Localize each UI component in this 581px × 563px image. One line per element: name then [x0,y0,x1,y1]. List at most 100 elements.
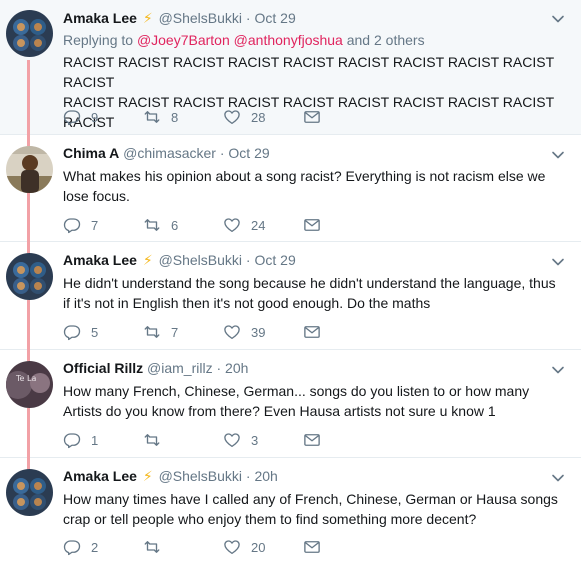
reply-button[interactable]: 5 [63,323,143,341]
tweet-actions: 2 20 [63,538,383,556]
envelope-icon [303,323,321,341]
reply-icon [63,108,81,126]
lightning-icon: ⚡ [142,10,153,26]
direct-message-button[interactable] [303,323,383,341]
chevron-down-icon[interactable] [551,363,565,377]
tweet-actions: 1 3 [63,431,383,449]
reply-button[interactable]: 9 [63,108,143,126]
thread-line [27,135,30,146]
retweet-button[interactable] [143,431,223,449]
user-handle[interactable]: @iam_rillz [147,360,213,376]
avatar[interactable] [6,253,53,300]
like-button[interactable]: 24 [223,216,303,234]
display-name[interactable]: Chima A [63,145,119,161]
tweet[interactable]: Amaka Lee ⚡ @ShelsBukki · Oct 29 Replyin… [0,0,581,135]
retweet-count: 8 [171,109,179,125]
user-handle[interactable]: @ShelsBukki [159,10,242,26]
retweet-count: 6 [171,217,179,233]
like-button[interactable]: 3 [223,431,303,449]
tweet-text: How many times have I called any of Fren… [63,491,558,527]
display-name[interactable]: Amaka Lee [63,10,137,26]
like-count: 28 [251,109,266,125]
envelope-icon [303,431,321,449]
reply-icon [63,431,81,449]
tweet-actions: 5 7 39 [63,323,383,341]
tweet[interactable]: Chima A @chimasacker · Oct 29 What makes… [0,135,581,242]
avatar[interactable] [6,146,53,193]
retweet-button[interactable]: 8 [143,108,223,126]
reply-count: 7 [91,217,99,233]
thread-line [27,350,30,361]
tweet-text: He didn't understand the song because he… [63,275,556,311]
retweet-icon [143,323,161,341]
retweet-count: 7 [171,324,179,340]
retweet-icon [143,216,161,234]
envelope-icon [303,538,321,556]
heart-icon [223,108,241,126]
retweet-button[interactable] [143,538,223,556]
like-button[interactable]: 28 [223,108,303,126]
display-name[interactable]: Amaka Lee [63,468,137,484]
thread-line [27,458,30,469]
reply-button[interactable]: 2 [63,538,143,556]
display-name[interactable]: Amaka Lee [63,252,137,268]
like-count: 24 [251,217,266,233]
mention-link[interactable]: @Joey7Barton [137,32,230,48]
reply-icon [63,538,81,556]
thread-line [27,242,30,253]
display-name[interactable]: Official Rillz [63,360,143,376]
thread-line [27,193,30,242]
tweet[interactable]: Te La Official Rillz @iam_rillz · 20h Ho… [0,350,581,458]
reply-count: 9 [91,109,99,125]
reply-button[interactable]: 7 [63,216,143,234]
chevron-down-icon[interactable] [551,255,565,269]
direct-message-button[interactable] [303,216,383,234]
user-handle[interactable]: @ShelsBukki [159,252,242,268]
avatar[interactable]: Te La [6,361,53,408]
tweet-header: Amaka Lee ⚡ @ShelsBukki · 20h [63,468,278,484]
envelope-icon [303,216,321,234]
thread-line [27,408,30,458]
thread-line [27,300,30,350]
tweet-actions: 7 6 24 [63,216,383,234]
timestamp[interactable]: Oct 29 [254,252,295,268]
tweet-text: What makes his opinion about a song raci… [63,168,546,204]
replying-to: Replying to @Joey7Barton @anthonyfjoshua… [63,32,425,48]
like-button[interactable]: 20 [223,538,303,556]
direct-message-button[interactable] [303,538,383,556]
heart-icon [223,216,241,234]
mention-link[interactable]: @anthonyfjoshua [234,32,343,48]
timestamp[interactable]: 20h [225,360,248,376]
direct-message-button[interactable] [303,431,383,449]
chevron-down-icon[interactable] [551,471,565,485]
tweet-header: Official Rillz @iam_rillz · 20h [63,360,249,376]
tweet-text: How many French, Chinese, German... song… [63,383,530,419]
tweet-header: Amaka Lee ⚡ @ShelsBukki · Oct 29 [63,10,296,26]
lightning-icon: ⚡ [142,252,153,268]
like-button[interactable]: 39 [223,323,303,341]
reply-button[interactable]: 1 [63,431,143,449]
user-handle[interactable]: @chimasacker [123,145,216,161]
timestamp[interactable]: Oct 29 [254,10,295,26]
retweet-button[interactable]: 6 [143,216,223,234]
tweet[interactable]: Amaka Lee ⚡ @ShelsBukki · Oct 29 He didn… [0,242,581,350]
tweet[interactable]: Amaka Lee ⚡ @ShelsBukki · 20h How many t… [0,458,581,563]
more-recipients-link[interactable]: and 2 others [347,32,425,48]
chevron-down-icon[interactable] [551,148,565,162]
chevron-down-icon[interactable] [551,12,565,26]
direct-message-button[interactable] [303,108,383,126]
retweet-button[interactable]: 7 [143,323,223,341]
user-handle[interactable]: @ShelsBukki [159,468,242,484]
avatar[interactable] [6,10,53,57]
avatar[interactable] [6,469,53,516]
lightning-icon: ⚡ [142,468,153,484]
timestamp[interactable]: 20h [254,468,277,484]
heart-icon [223,431,241,449]
tweet-header: Chima A @chimasacker · Oct 29 [63,145,270,161]
retweet-icon [143,538,161,556]
like-count: 3 [251,432,259,448]
tweet-actions: 9 8 28 [63,108,383,126]
timestamp[interactable]: Oct 29 [228,145,269,161]
heart-icon [223,538,241,556]
retweet-icon [143,108,161,126]
